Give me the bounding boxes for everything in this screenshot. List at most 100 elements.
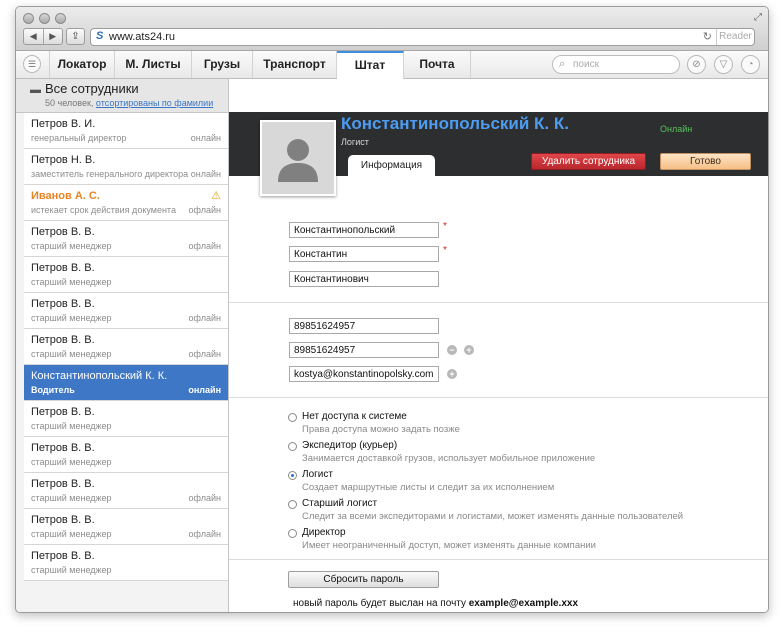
section-divider (229, 559, 768, 560)
list-item[interactable]: Петров В. В. старший менеджер (24, 437, 228, 473)
employee-sidebar: ▬ Все сотрудники 50 человек, отсортирова… (16, 79, 229, 612)
zoom-window-button[interactable] (55, 13, 66, 24)
speed-icon[interactable]: ◔ (741, 55, 760, 74)
sidebar-title: Все сотрудники (45, 81, 139, 96)
employee-role: старший менеджер (31, 241, 112, 251)
option-description: Имеет неограниченный доступ, может измен… (302, 540, 596, 551)
employee-name: Константинопольский К. К. (31, 370, 168, 382)
employee-status: офлайн (188, 349, 221, 359)
tab-locator[interactable]: Локатор (50, 51, 115, 78)
radio-senior-logist[interactable] (288, 500, 297, 509)
profile-name: Константинопольский К. К. (341, 114, 569, 133)
address-bar[interactable]: S www.ats24.ru ↻ Reader (90, 28, 755, 46)
employee-name: Петров В. В. (31, 442, 95, 454)
option-title: Экспедитор (курьер) (302, 440, 398, 451)
list-item[interactable]: Петров В. В. старший менеджер офлайн (24, 329, 228, 365)
list-item[interactable]: Петров В. В. старший менеджер (24, 257, 228, 293)
list-item[interactable]: Иванов А. С. ⚠ истекает срок действия до… (24, 185, 228, 221)
minimize-window-button[interactable] (39, 13, 50, 24)
employee-status: онлайн (188, 385, 221, 395)
delete-employee-button[interactable]: Удалить сотрудника (531, 153, 646, 170)
list-item[interactable]: Петров В. В. старший менеджер офлайн (24, 473, 228, 509)
section-divider (229, 397, 768, 398)
close-window-button[interactable] (23, 13, 34, 24)
reset-note: новый пароль будет выслан на почту examp… (293, 598, 578, 609)
employee-role: старший менеджер (31, 277, 112, 287)
list-item[interactable]: Петров В. И. генеральный директор онлайн (24, 113, 228, 149)
folder-icon: ▬ (30, 84, 41, 96)
browser-window: ⤢ ◀ ▶ ⇪ S www.ats24.ru ↻ Reader ☰ Локато… (15, 6, 769, 613)
employee-name: Петров В. И. (31, 118, 96, 130)
filter-icon[interactable]: ▽ (714, 55, 733, 74)
employee-role: Водитель (31, 385, 75, 395)
warning-icon: ⚠ (211, 190, 221, 202)
employee-name: Петров Н. В. (31, 154, 96, 166)
phone-field-2[interactable] (289, 342, 439, 358)
last-name-field[interactable] (289, 222, 439, 238)
url-text[interactable]: www.ats24.ru (109, 31, 175, 43)
list-item[interactable]: Петров Н. В. заместитель генерального ди… (24, 149, 228, 185)
employee-status: офлайн (188, 493, 221, 503)
app-navigation: ☰ Локатор М. Листы Грузы Транспорт Штат … (16, 51, 768, 79)
site-favicon-icon: S (96, 30, 104, 42)
patronymic-field[interactable] (289, 271, 439, 287)
attachment-icon[interactable]: ⊘ (687, 55, 706, 74)
tab-information[interactable]: Информация (348, 155, 435, 177)
list-item[interactable]: Петров В. В. старший менеджер (24, 401, 228, 437)
employee-status: онлайн (190, 169, 221, 179)
employee-role: генеральный директор (31, 133, 127, 143)
section-divider (229, 302, 768, 303)
done-button[interactable]: Готово (660, 153, 751, 170)
back-icon[interactable]: ◀ (24, 29, 44, 44)
option-title: Нет доступа к системе (302, 411, 407, 422)
avatar-icon (278, 139, 318, 182)
employee-name: Петров В. В. (31, 262, 95, 274)
list-item[interactable]: Петров В. В. старший менеджер (24, 545, 228, 581)
tab-transport[interactable]: Транспорт (253, 51, 337, 78)
employee-name: Петров В. В. (31, 478, 95, 490)
phone-field[interactable] (289, 318, 439, 334)
avatar[interactable] (260, 120, 336, 196)
radio-logist[interactable] (288, 471, 297, 480)
reset-note-text: новый пароль будет выслан на почту (293, 598, 466, 609)
option-description: Создает маршрутные листы и следит за их … (302, 482, 555, 493)
employee-status: онлайн (190, 133, 221, 143)
tab-staff[interactable]: Штат (337, 51, 404, 79)
employee-name: Петров В. В. (31, 550, 95, 562)
tab-mail[interactable]: Почта (404, 51, 471, 78)
list-item[interactable]: Петров В. В. старший менеджер офлайн (24, 221, 228, 257)
list-item[interactable]: Петров В. В. старший менеджер офлайн (24, 509, 228, 545)
list-item[interactable]: Петров В. В. старший менеджер офлайн (24, 293, 228, 329)
first-name-field[interactable] (289, 246, 439, 262)
add-icon[interactable]: + (447, 369, 457, 379)
reset-password-button[interactable]: Сбросить пароль (288, 571, 439, 588)
employee-name: Петров В. В. (31, 298, 95, 310)
employee-detail: Константинопольский К. К. Логист Онлайн … (229, 79, 768, 612)
employee-role: старший менеджер (31, 529, 112, 539)
option-title: Директор (302, 527, 346, 538)
employee-role: старший менеджер (31, 421, 112, 431)
radio-director[interactable] (288, 529, 297, 538)
employee-role: истекает срок действия документа (31, 205, 176, 215)
tab-route-sheets[interactable]: М. Листы (115, 51, 192, 78)
sort-link[interactable]: отсортированы по фамилии (96, 98, 213, 108)
radio-no-access[interactable] (288, 413, 297, 422)
employee-role: старший менеджер (31, 457, 112, 467)
share-icon[interactable]: ⇪ (66, 28, 85, 45)
fullscreen-icon[interactable]: ⤢ (754, 12, 762, 23)
employee-status: офлайн (188, 529, 221, 539)
employee-name: Иванов А. С. (31, 190, 100, 202)
reader-button[interactable]: Reader (716, 29, 754, 45)
menu-icon[interactable]: ☰ (23, 55, 41, 73)
tab-cargo[interactable]: Грузы (192, 51, 253, 78)
employee-name: Петров В. В. (31, 334, 95, 346)
add-icon[interactable]: + (464, 345, 474, 355)
radio-courier[interactable] (288, 442, 297, 451)
email-field[interactable] (289, 366, 439, 382)
employee-name: Петров В. В. (31, 226, 95, 238)
remove-icon[interactable]: − (447, 345, 457, 355)
forward-icon[interactable]: ▶ (44, 29, 63, 44)
reload-icon[interactable]: ↻ (703, 30, 712, 43)
search-input[interactable]: ⌕ поиск (552, 55, 680, 74)
list-item-selected[interactable]: Константинопольский К. К. Водитель онлай… (24, 365, 228, 401)
